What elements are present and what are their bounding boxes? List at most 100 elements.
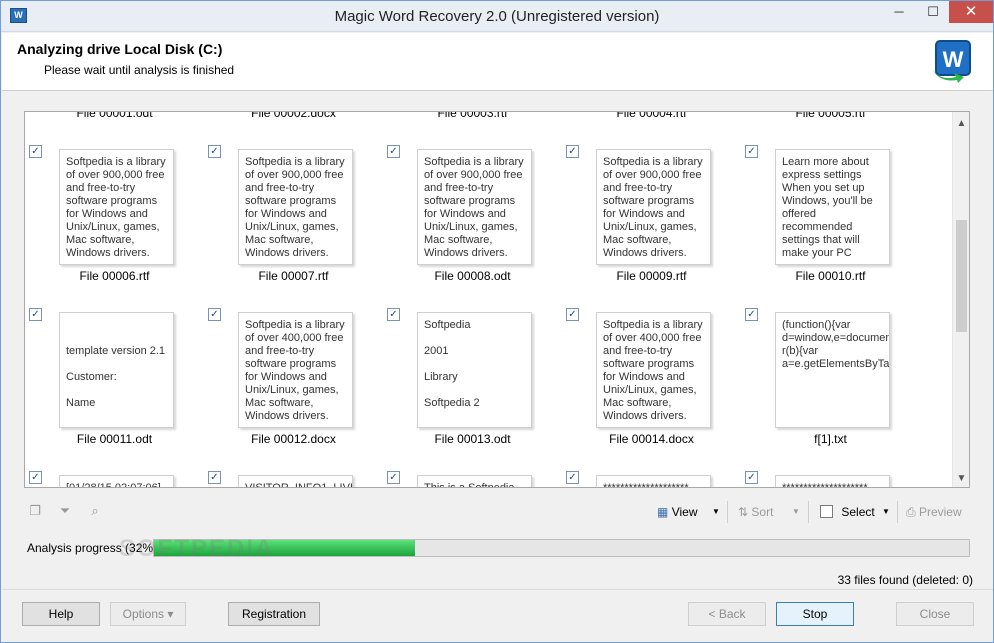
view-label: View (671, 505, 698, 519)
tile-name: File 00003.rtf (437, 111, 508, 120)
file-preview[interactable]: Softpedia is a library of over 400,000 f… (238, 312, 353, 428)
file-tile[interactable]: ✓ This is a Softpedia (383, 471, 562, 487)
tile-name: File 00014.docx (609, 432, 694, 446)
tile-checkbox[interactable]: ✓ (29, 308, 42, 321)
title-bar[interactable]: W Magic Word Recovery 2.0 (Unregistered … (1, 1, 993, 32)
file-preview[interactable]: ******************** (596, 475, 711, 487)
stop-button[interactable]: Stop (776, 602, 854, 626)
app-logo-icon: W (932, 40, 971, 83)
file-tile[interactable]: ✓ (function(){var d=window,e=document;fu… (741, 308, 920, 448)
tile-name: File 00001.odt (76, 111, 153, 120)
file-preview[interactable]: VISITOR_INFO1_LIVE (238, 475, 353, 487)
preview-label: Preview (918, 505, 962, 519)
scroll-up-icon[interactable]: ▲ (953, 115, 969, 132)
tile-name: File 00004.rtf (616, 111, 687, 120)
options-button[interactable]: Options ▾ (110, 602, 186, 626)
svg-text:W: W (943, 47, 964, 72)
file-preview[interactable]: This is a Softpedia (417, 475, 532, 487)
tile-name: File 00011.odt (76, 432, 153, 446)
tile-checkbox[interactable]: ✓ (745, 145, 758, 158)
view-dropdown-icon[interactable]: ▼ (712, 502, 720, 522)
file-tile[interactable]: ✓ Softpedia is a library of over 900,000… (383, 145, 562, 285)
file-preview[interactable]: ******************** (775, 475, 890, 487)
file-tile[interactable]: ✓ Softpedia is a library of over 900,000… (25, 145, 204, 285)
vertical-scrollbar[interactable]: ▲ ▼ (952, 112, 969, 487)
maximize-button[interactable]: ☐ (916, 1, 950, 23)
tile-name: File 00008.odt (434, 269, 511, 283)
file-preview[interactable]: Softpedia is a library of over 900,000 f… (417, 149, 532, 265)
file-tile[interactable]: ✓ template version 2.1 Customer: Name Fi… (25, 308, 204, 448)
tile-name: File 00013.odt (434, 432, 511, 446)
file-preview[interactable]: Softpedia is a library of over 900,000 f… (59, 149, 174, 265)
tile-name: File 00006.rtf (79, 269, 150, 283)
file-preview[interactable]: template version 2.1 Customer: Name (59, 312, 174, 428)
find-icon[interactable]: ⌕ (86, 502, 104, 520)
file-tile[interactable]: ✓ ******************** (741, 471, 920, 487)
help-button[interactable]: Help (22, 602, 100, 626)
watermark: SOFTPEDIA (119, 535, 275, 562)
copy-icon[interactable]: ❐ (26, 502, 44, 520)
tile-checkbox[interactable]: ✓ (208, 308, 221, 321)
file-preview[interactable]: Softpedia is a library of over 900,000 f… (596, 149, 711, 265)
progress-bar (153, 539, 970, 557)
file-tile[interactable]: ✓ Softpedia is a library of over 900,000… (562, 145, 741, 285)
file-tile[interactable]: ✓ ******************** (562, 471, 741, 487)
file-preview[interactable]: (function(){var d=window,e=document;func… (775, 312, 890, 428)
tile-name: File 00012.docx (251, 432, 336, 446)
analysis-progress: Analysis progress (32%) SOFTPEDIA (24, 535, 972, 562)
tile-checkbox[interactable]: ✓ (208, 471, 221, 484)
filter-icon[interactable]: ⏷ (56, 502, 74, 520)
registration-button[interactable]: Registration (228, 602, 320, 626)
view-button[interactable]: ▦ View (657, 502, 697, 522)
wizard-header: Analyzing drive Local Disk (C:) Please w… (2, 33, 993, 91)
select-button[interactable]: Select (820, 502, 875, 522)
tile-checkbox[interactable]: ✓ (208, 145, 221, 158)
tile-name: File 00010.rtf (795, 269, 866, 283)
preview-icon: ⎙ (906, 505, 916, 519)
scroll-down-icon[interactable]: ▼ (953, 470, 969, 487)
page-subtitle: Please wait until analysis is finished (44, 63, 235, 77)
file-tile[interactable]: ✓ Softpedia is a library of over 400,000… (562, 308, 741, 448)
tile-checkbox[interactable]: ✓ (745, 308, 758, 321)
file-tile[interactable]: ✓ Softpedia 2001 Library Softpedia 2 Fil… (383, 308, 562, 448)
page-title: Analyzing drive Local Disk (C:) (17, 41, 223, 57)
sort-dropdown-icon[interactable]: ▼ (792, 502, 800, 522)
preview-button[interactable]: ⎙ Preview (906, 502, 962, 522)
file-tile[interactable]: ✓ Softpedia is a library of over 900,000… (204, 145, 383, 285)
tile-checkbox[interactable]: ✓ (566, 145, 579, 158)
tile-checkbox[interactable]: ✓ (566, 308, 579, 321)
sort-button[interactable]: ⇅ Sort (738, 502, 773, 522)
tile-checkbox[interactable]: ✓ (387, 308, 400, 321)
file-preview[interactable]: Softpedia is a library of over 900,000 f… (238, 149, 353, 265)
app-window: W Magic Word Recovery 2.0 (Unregistered … (0, 0, 994, 643)
back-button[interactable]: < Back (688, 602, 766, 626)
scroll-thumb[interactable] (956, 220, 967, 332)
minimize-button[interactable]: ─ (882, 1, 916, 23)
close-button[interactable]: Close (896, 602, 974, 626)
select-label: Select (841, 505, 875, 519)
tile-name: File 00005.rtf (795, 111, 866, 120)
sort-label: Sort (751, 505, 774, 519)
select-checkbox[interactable] (820, 505, 833, 518)
tile-checkbox[interactable]: ✓ (745, 471, 758, 484)
select-dropdown-icon[interactable]: ▼ (882, 502, 890, 522)
file-preview[interactable]: Softpedia 2001 Library Softpedia 2 (417, 312, 532, 428)
window-title: Magic Word Recovery 2.0 (Unregistered ve… (334, 8, 660, 25)
file-preview[interactable]: [01/28/15 02:07:06] (59, 475, 174, 487)
tile-checkbox[interactable]: ✓ (387, 145, 400, 158)
file-thumbnail-grid[interactable]: File 00001.odt File 00002.docx File 0000… (24, 111, 970, 488)
tile-checkbox[interactable]: ✓ (29, 145, 42, 158)
tile-checkbox[interactable]: ✓ (387, 471, 400, 484)
file-tile[interactable]: ✓ [01/28/15 02:07:06] (25, 471, 204, 487)
file-tile[interactable]: ✓ VISITOR_INFO1_LIVE (204, 471, 383, 487)
close-window-button[interactable]: ✕ (949, 1, 993, 23)
file-preview[interactable]: Softpedia is a library of over 400,000 f… (596, 312, 711, 428)
file-tile[interactable]: ✓ Learn more about express settings When… (741, 145, 920, 285)
tile-checkbox[interactable]: ✓ (566, 471, 579, 484)
grid-toolbar: ❐ ⏷ ⌕ ▦ View ▼ ⇅ Sort ▼ Select ▼ ⎙ Previ… (24, 498, 972, 526)
view-icon: ▦ (657, 505, 669, 519)
toolbar-separator (727, 501, 728, 523)
file-preview[interactable]: Learn more about express settings When y… (775, 149, 890, 265)
file-tile[interactable]: ✓ Softpedia is a library of over 400,000… (204, 308, 383, 448)
tile-checkbox[interactable]: ✓ (29, 471, 42, 484)
